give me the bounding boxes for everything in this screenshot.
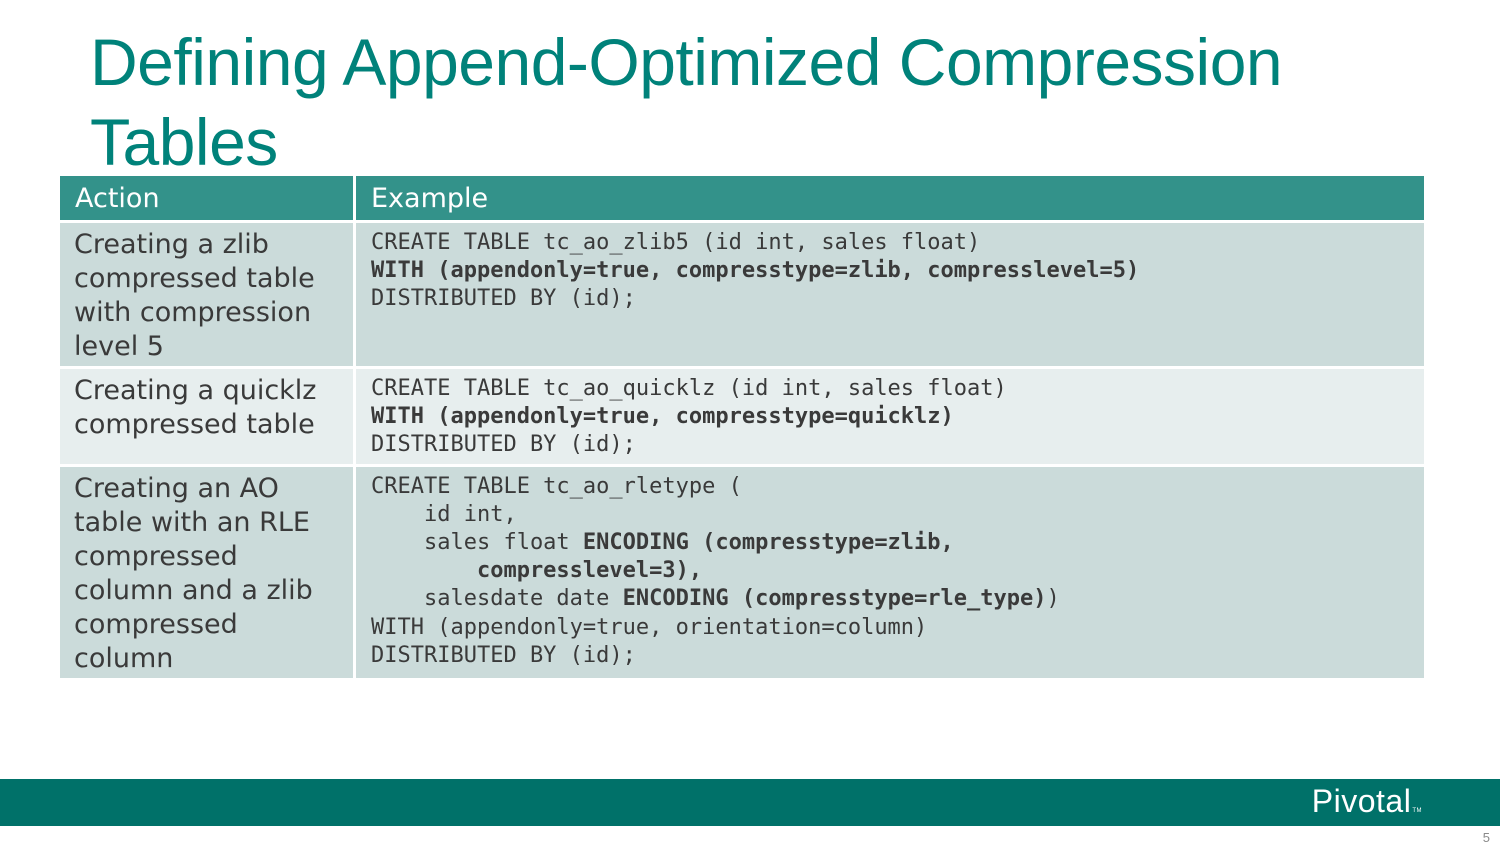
code-segment: ENCODING (compresstype=rle_type) bbox=[622, 586, 1047, 612]
action-cell: Creating a quicklz compressed table bbox=[57, 366, 356, 467]
code-segment: WITH (appendonly=true, orientation=colum… bbox=[371, 614, 928, 640]
code-line: CREATE TABLE tc_ao_quicklz (id int, sale… bbox=[371, 376, 1007, 401]
example-code-cell: CREATE TABLE tc_ao_rletype ( id int, sal… bbox=[353, 463, 1427, 681]
code-line: DISTRIBUTED BY (id); bbox=[371, 432, 636, 457]
code-segment: DISTRIBUTED BY (id); bbox=[371, 432, 636, 458]
code-segment: CREATE TABLE tc_ao_quicklz (id int, sale… bbox=[371, 376, 1007, 401]
table-header-row: Action Example bbox=[57, 173, 1427, 223]
code-line: DISTRIBUTED BY (id); bbox=[371, 286, 636, 311]
slide-title: Defining Append-Optimized Compression Ta… bbox=[90, 25, 1283, 179]
column-header-example: Example bbox=[353, 173, 1427, 223]
code-line: id int, bbox=[371, 502, 517, 527]
action-cell: Creating an AO table with an RLE compres… bbox=[57, 463, 356, 681]
compression-table: Action Example Creating a zlib compresse… bbox=[57, 173, 1427, 681]
code-line: CREATE TABLE tc_ao_rletype ( bbox=[371, 474, 742, 499]
code-segment: WITH (appendonly=true, compresstype=zlib… bbox=[371, 258, 1140, 284]
code-segment: CREATE TABLE tc_ao_zlib5 (id int, sales … bbox=[371, 230, 981, 255]
code-line: WITH (appendonly=true, compresstype=quic… bbox=[371, 404, 954, 429]
code-segment: id int, bbox=[371, 501, 517, 527]
code-line: WITH (appendonly=true, compresstype=zlib… bbox=[371, 258, 1139, 283]
code-segment: salesdate date bbox=[371, 586, 623, 612]
example-code-cell: CREATE TABLE tc_ao_quicklz (id int, sale… bbox=[353, 366, 1427, 467]
pivotal-logo: PivotalTM bbox=[1312, 783, 1422, 820]
code-segment: ENCODING (compresstype=zlib, bbox=[582, 530, 954, 556]
action-cell: Creating a zlib compressed table with co… bbox=[57, 220, 356, 369]
table-row: Creating a quicklz compressed table CREA… bbox=[57, 366, 1427, 467]
trademark-mark: TM bbox=[1412, 808, 1422, 814]
code-line: CREATE TABLE tc_ao_zlib5 (id int, sales … bbox=[371, 230, 980, 255]
logo-text: Pivotal bbox=[1311, 783, 1412, 819]
code-line: compresslevel=3), bbox=[371, 558, 702, 583]
code-line: DISTRIBUTED BY (id); bbox=[371, 643, 636, 668]
code-line: sales float ENCODING (compresstype=zlib, bbox=[371, 530, 954, 555]
code-line: salesdate date ENCODING (compresstype=rl… bbox=[371, 586, 1060, 611]
code-segment: ) bbox=[1046, 586, 1060, 612]
code-segment: sales float bbox=[371, 530, 583, 556]
example-code-cell: CREATE TABLE tc_ao_zlib5 (id int, sales … bbox=[353, 220, 1427, 369]
code-segment: WITH (appendonly=true, compresstype=quic… bbox=[371, 404, 954, 430]
footer-bar: PivotalTM bbox=[0, 779, 1500, 826]
code-segment: compresslevel=3), bbox=[371, 558, 703, 584]
code-segment: DISTRIBUTED BY (id); bbox=[371, 642, 636, 668]
table-row: Creating a zlib compressed table with co… bbox=[57, 220, 1427, 369]
table-row: Creating an AO table with an RLE compres… bbox=[57, 463, 1427, 681]
code-segment: DISTRIBUTED BY (id); bbox=[371, 286, 636, 312]
code-segment: CREATE TABLE tc_ao_rletype ( bbox=[371, 473, 742, 499]
column-header-action: Action bbox=[57, 173, 356, 223]
code-line: WITH (appendonly=true, orientation=colum… bbox=[371, 615, 927, 640]
